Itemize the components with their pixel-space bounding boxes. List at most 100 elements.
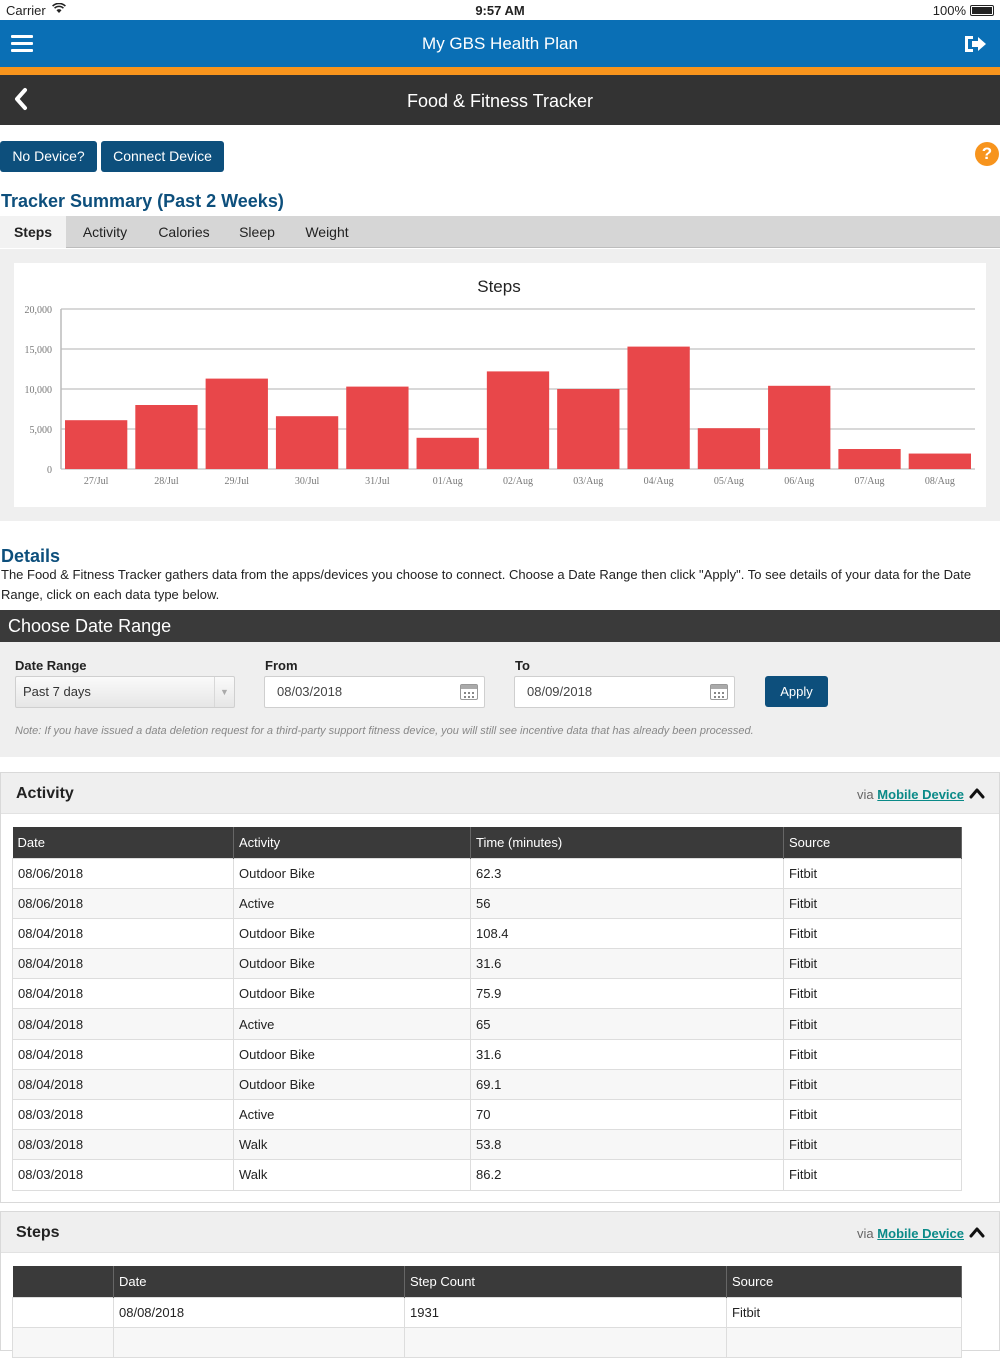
table-cell: 08/04/2018 — [12, 1008, 234, 1040]
table-cell: 1931 — [404, 1296, 727, 1328]
tab-activity[interactable]: Activity — [70, 216, 140, 248]
x-tick-label: 04/Aug — [644, 476, 674, 487]
x-tick-label: 31/Jul — [365, 476, 390, 487]
table-cell: Fitbit — [783, 857, 962, 889]
bar-31/Jul — [346, 386, 409, 469]
x-tick-label: 06/Aug — [784, 476, 814, 487]
summary-tabs: Steps Activity Calories Sleep Weight — [0, 216, 1000, 248]
table-cell: 69.1 — [470, 1068, 784, 1101]
apply-button[interactable]: Apply — [765, 676, 828, 707]
clock: 9:57 AM — [475, 3, 525, 18]
accent-strip — [0, 67, 1000, 75]
to-label: To — [515, 658, 530, 673]
table-cell: 08/03/2018 — [12, 1129, 234, 1161]
logout-icon[interactable] — [963, 34, 987, 54]
tab-weight[interactable]: Weight — [295, 216, 359, 248]
steps-table: Date Step Count Source 08/08/2018 1931 Fit… — [12, 1266, 962, 1358]
table-row: 08/08/2018 1931 Fitbit — [12, 1296, 962, 1328]
activity-panel-title: Activity — [16, 785, 74, 802]
x-tick-label: 02/Aug — [503, 476, 533, 487]
tab-steps[interactable]: Steps — [0, 216, 66, 248]
from-date-field[interactable]: 08/03/2018 — [264, 676, 485, 708]
table-row: 08/06/2018 Outdoor Bike 62.3 Fitbit — [12, 857, 962, 889]
date-range-panel: Date Range Past 7 days ▼ From 08/03/2018… — [0, 642, 1000, 757]
connect-device-button[interactable]: Connect Device — [101, 141, 224, 172]
col-select — [12, 1266, 114, 1297]
table-row: 08/03/2018 Active 70 Fitbit — [12, 1098, 962, 1131]
steps-bar-chart: Steps 0 5,000 10,000 15,000 20,000 27/Jul 28/Ju… — [25, 277, 975, 487]
chevron-up-icon[interactable] — [969, 785, 985, 801]
col-step-count: Step Count — [404, 1266, 727, 1297]
table-row: 08/03/2018 Walk 86.2 Fitbit — [12, 1159, 962, 1191]
table-cell — [12, 1296, 114, 1328]
calendar-icon[interactable] — [460, 684, 478, 700]
table-cell: 08/04/2018 — [12, 978, 234, 1010]
date-range-value: Past 7 days — [23, 684, 91, 699]
bar-07/Aug — [838, 449, 901, 469]
tab-sleep[interactable]: Sleep — [229, 216, 285, 248]
to-date-value: 08/09/2018 — [527, 684, 593, 699]
activity-source: via Mobile Device — [857, 787, 964, 802]
table-cell: Outdoor Bike — [233, 948, 471, 980]
y-tick-label: 20,000 — [25, 305, 53, 316]
bar-28/Jul — [135, 405, 198, 469]
table-cell: 08/04/2018 — [12, 917, 234, 950]
no-device-button[interactable]: No Device? — [0, 141, 97, 172]
table-row: 08/03/2018 Walk 53.8 Fitbit — [12, 1129, 962, 1161]
table-cell: 08/04/2018 — [12, 948, 234, 980]
table-cell: 62.3 — [470, 857, 784, 889]
table-row: 08/04/2018 Outdoor Bike 75.9 Fitbit — [12, 978, 962, 1010]
table-cell: 31.6 — [470, 1038, 784, 1070]
steps-source: via Mobile Device — [857, 1226, 964, 1241]
table-cell: Active — [233, 1008, 471, 1040]
y-tick-label: 15,000 — [25, 345, 53, 356]
from-label: From — [265, 658, 298, 673]
activity-table-body: 08/06/2018 Outdoor Bike 62.3 Fitbit 08/06/20… — [12, 857, 962, 1191]
mobile-device-link[interactable]: Mobile Device — [877, 1226, 964, 1241]
table-cell: 08/04/2018 — [12, 1038, 234, 1070]
help-icon[interactable]: ? — [975, 142, 999, 166]
bar-08/Aug — [908, 453, 971, 469]
steps-chart-card: Steps 0 5,000 10,000 15,000 20,000 27/Jul 28/Ju… — [14, 263, 986, 507]
table-cell — [12, 1326, 114, 1358]
x-tick-label: 28/Jul — [154, 476, 179, 487]
bar-27/Jul — [65, 420, 128, 469]
to-date-field[interactable]: 08/09/2018 — [514, 676, 735, 708]
x-tick-label: 03/Aug — [573, 476, 603, 487]
col-source: Source — [783, 827, 962, 858]
app-title: My GBS Health Plan — [422, 34, 578, 53]
table-row: 08/06/2018 Active 56 Fitbit — [12, 887, 962, 919]
steps-panel-title: Steps — [16, 1224, 60, 1241]
table-cell: 08/04/2018 — [12, 1068, 234, 1101]
date-range-select[interactable]: Past 7 days ▼ — [15, 676, 235, 708]
details-description: The Food & Fitness Tracker gathers data … — [1, 567, 972, 602]
page-title: Food & Fitness Tracker — [406, 91, 594, 111]
table-cell: Active — [233, 1098, 471, 1131]
battery-percent: 100% — [932, 3, 966, 18]
details-title: Details — [1, 546, 61, 566]
date-range-header: Choose Date Range — [0, 610, 1000, 642]
x-tick-label: 30/Jul — [295, 476, 320, 487]
table-row — [12, 1326, 962, 1358]
table-cell: Active — [233, 887, 471, 919]
battery-icon — [970, 5, 994, 16]
table-cell: 70 — [470, 1098, 784, 1131]
x-tick-label: 01/Aug — [433, 476, 463, 487]
tab-calories[interactable]: Calories — [148, 216, 220, 248]
table-row: 08/04/2018 Outdoor Bike 31.6 Fitbit — [12, 1038, 962, 1070]
bar-29/Jul — [205, 378, 268, 469]
bar-05/Aug — [697, 428, 761, 469]
table-cell: Outdoor Bike — [233, 1038, 471, 1070]
col-time: Time (minutes) — [470, 827, 784, 858]
x-tick-label: 05/Aug — [714, 476, 744, 487]
chevron-up-icon[interactable] — [969, 1224, 985, 1240]
table-cell: Fitbit — [726, 1296, 962, 1328]
y-tick-label: 0 — [47, 465, 52, 476]
mobile-device-link[interactable]: Mobile Device — [877, 787, 964, 802]
steps-panel: Steps via Mobile Device Date Step Count … — [0, 1211, 1000, 1358]
status-bar: Carrier 9:57 AM 100% — [0, 0, 1000, 20]
steps-panel-header[interactable]: Steps via Mobile Device — [1, 1212, 999, 1253]
table-cell: Outdoor Bike — [233, 978, 471, 1010]
activity-panel-header[interactable]: Activity via Mobile Device — [1, 773, 999, 814]
calendar-icon[interactable] — [710, 684, 728, 700]
